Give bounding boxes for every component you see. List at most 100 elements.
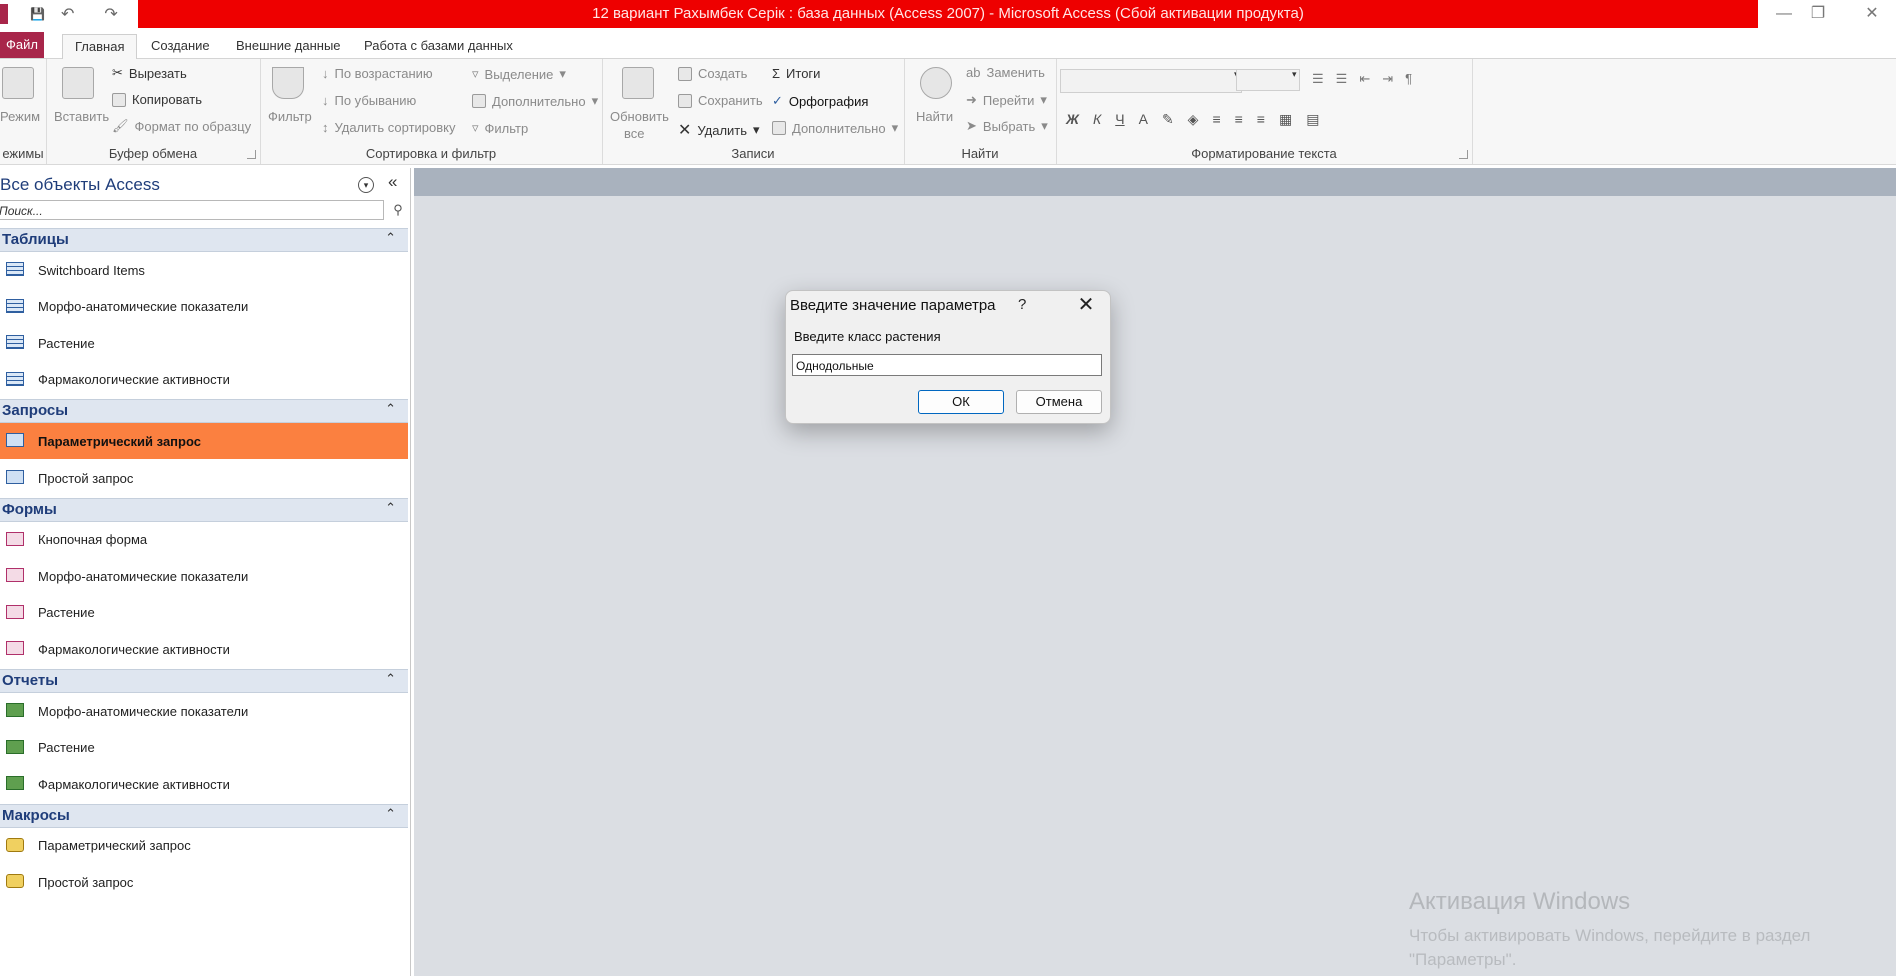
undo-icon[interactable]: ↶ [61, 4, 74, 24]
table-icon [6, 262, 24, 276]
tab-database-tools[interactable]: Работа с базами данных [352, 34, 525, 58]
dialog-title: Введите значение параметра [790, 297, 996, 314]
bold-button[interactable]: Ж [1066, 111, 1079, 128]
refresh-all-button[interactable]: Обновить [610, 109, 669, 124]
nav-item-report[interactable]: Растение [0, 730, 408, 766]
italic-button[interactable]: К [1093, 111, 1101, 128]
replace-button[interactable]: ab Заменить [966, 65, 1045, 80]
nav-menu-icon[interactable]: ▾ [358, 177, 374, 193]
nav-item-query[interactable]: Простой запрос [0, 460, 408, 496]
sigma-icon: Σ [772, 66, 781, 81]
group-find: Найти ab Заменить ➜ Перейти ▾ ➤ Выбрать ▾ Най… [904, 59, 1057, 164]
parameter-input[interactable]: Однодольные [792, 354, 1102, 376]
dialog-close-icon[interactable]: ✕ [1072, 292, 1100, 318]
ok-button[interactable]: ОК [918, 390, 1004, 414]
font-size-combo[interactable] [1236, 69, 1300, 91]
selection-button[interactable]: ▿ Выделение ▾ [472, 66, 566, 82]
find-button[interactable]: Найти [916, 109, 953, 124]
font-name-combo[interactable] [1060, 69, 1242, 93]
more-records-button[interactable]: Дополнительно ▾ [772, 120, 898, 136]
new-record-button[interactable]: Создать [678, 66, 747, 81]
nav-item-query[interactable]: Параметрический запрос [0, 423, 408, 460]
nav-item-report[interactable]: Фармакологические активности [0, 766, 408, 802]
report-icon [6, 703, 24, 717]
nav-section-header[interactable]: Таблицы ⌃ [0, 228, 408, 252]
align-center-icon[interactable]: ≡ [1235, 111, 1243, 128]
nav-item-table[interactable]: Морфо-анатомические показатели [0, 289, 408, 325]
sort-ascending-button[interactable]: ↓ По возрастанию [322, 66, 433, 81]
nav-item-macro[interactable]: Параметрический запрос [0, 828, 408, 864]
nav-item-form[interactable]: Фармакологические активности [0, 631, 408, 667]
nav-section-header[interactable]: Макросы ⌃ [0, 803, 408, 828]
cancel-button[interactable]: Отмена [1016, 390, 1102, 414]
chevron-up-icon[interactable]: ⌃ [385, 500, 396, 516]
nav-item-form[interactable]: Кнопочная форма [0, 522, 408, 558]
sort-descending-button[interactable]: ↓ По убыванию [322, 93, 416, 108]
copy-button[interactable]: Копировать [112, 92, 202, 107]
chevron-up-icon[interactable]: ⌃ [385, 401, 396, 417]
gridlines-icon[interactable]: ▦ [1279, 111, 1292, 128]
restore-button[interactable]: ❐ [1798, 0, 1838, 28]
numbering-icon[interactable]: ☰ [1336, 71, 1348, 87]
clipboard-launcher-icon[interactable] [247, 150, 256, 159]
tab-file[interactable]: Файл [0, 32, 44, 58]
font-color-button[interactable]: А [1139, 111, 1148, 128]
group-sort-filter-label: Сортировка и фильтр [365, 146, 497, 161]
filter-button[interactable]: Фильтр [268, 109, 312, 124]
nav-item-macro[interactable]: Простой запрос [0, 864, 408, 900]
toggle-filter-button[interactable]: ▿ Фильтр [472, 120, 528, 136]
group-records-label: Записи [731, 146, 775, 161]
navigation-pane: Все объекты Access ▾ « Поиск... ⚲ Таблиц… [0, 168, 411, 976]
totals-button[interactable]: Σ Итоги [772, 66, 820, 81]
goto-button[interactable]: ➜ Перейти ▾ [966, 92, 1047, 108]
tab-home[interactable]: Главная [62, 34, 138, 60]
delete-record-button[interactable]: ✕ Удалить ▾ [678, 120, 760, 140]
nav-item-form[interactable]: Растение [0, 595, 408, 631]
view-button[interactable]: Режим [0, 109, 40, 124]
nav-item-table[interactable]: Фармакологические активности [0, 362, 408, 398]
remove-sort-label: Удалить сортировку [334, 120, 456, 135]
search-icon[interactable]: ⚲ [388, 200, 408, 220]
chevron-up-icon[interactable]: ⌃ [385, 806, 396, 822]
tab-external-data[interactable]: Внешние данные [224, 34, 353, 58]
nav-item-form[interactable]: Морфо-анатомические показатели [0, 558, 408, 594]
save-icon[interactable]: 💾 [30, 7, 45, 21]
alt-row-color-icon[interactable]: ▤ [1306, 111, 1319, 128]
underline-button[interactable]: Ч [1115, 111, 1124, 128]
tab-create[interactable]: Создание [139, 34, 222, 58]
align-right-icon[interactable]: ≡ [1257, 111, 1265, 128]
nav-item-report[interactable]: Морфо-анатомические показатели [0, 693, 408, 729]
align-left-icon[interactable]: ≡ [1212, 111, 1220, 128]
highlight-icon[interactable]: ✎ [1162, 111, 1174, 128]
decrease-indent-icon[interactable]: ⇤ [1359, 71, 1370, 87]
collapse-nav-icon[interactable]: « [388, 172, 397, 192]
chevron-up-icon[interactable]: ⌃ [385, 671, 396, 687]
nav-search-input[interactable]: Поиск... [0, 200, 384, 220]
nav-section-header[interactable]: Запросы ⌃ [0, 399, 408, 424]
nav-item-table[interactable]: Растение [0, 325, 408, 361]
nav-section-header[interactable]: Отчеты ⌃ [0, 669, 408, 693]
spelling-button[interactable]: ✓ Орфография [772, 93, 868, 109]
bullets-icon[interactable]: ☰ [1312, 71, 1324, 87]
increase-indent-icon[interactable]: ⇥ [1382, 71, 1393, 87]
nav-section-header[interactable]: Формы ⌃ [0, 497, 408, 522]
redo-icon[interactable]: ↷ [104, 4, 117, 24]
format-painter-button[interactable]: 🖌 Формат по образцу [112, 118, 251, 134]
cut-button[interactable]: ✂ Вырезать [112, 65, 187, 81]
advanced-filter-button[interactable]: Дополнительно ▾ [472, 93, 598, 109]
fill-color-icon[interactable]: ◈ [1188, 111, 1199, 128]
chevron-up-icon[interactable]: ⌃ [385, 230, 396, 246]
paste-button[interactable]: Вставить [54, 109, 109, 124]
spelling-icon: ✓ [772, 93, 783, 108]
nav-item-table[interactable]: Switchboard Items [0, 252, 408, 288]
remove-sort-button[interactable]: ↕ Удалить сортировку [322, 120, 455, 135]
nav-header[interactable]: Все объекты Access ▾ « [0, 172, 410, 198]
dialog-help-button[interactable]: ? [1018, 296, 1026, 313]
text-formatting-launcher-icon[interactable] [1459, 150, 1468, 159]
select-button[interactable]: ➤ Выбрать ▾ [966, 118, 1048, 134]
close-window-button[interactable]: ✕ [1852, 0, 1892, 28]
save-record-button[interactable]: Сохранить [678, 93, 763, 108]
access-app-icon[interactable] [0, 4, 8, 24]
copy-icon [112, 92, 126, 107]
paragraph-direction-icon[interactable]: ¶ [1405, 71, 1412, 87]
